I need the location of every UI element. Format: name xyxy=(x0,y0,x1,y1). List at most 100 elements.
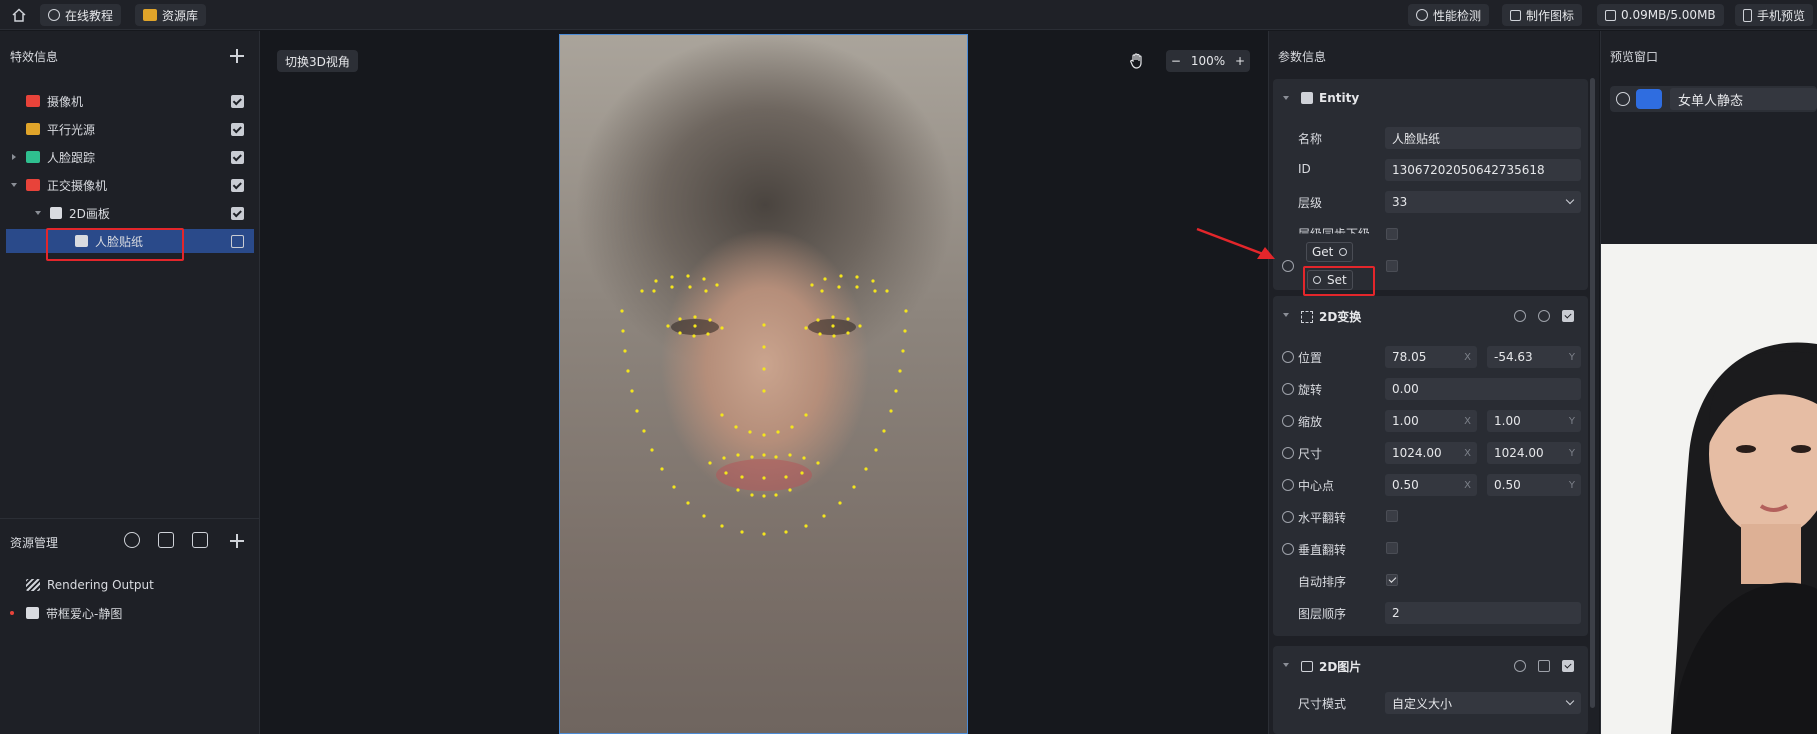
name-input[interactable]: 人脸贴纸 xyxy=(1385,127,1581,149)
trash-icon[interactable] xyxy=(1538,660,1550,672)
light-icon xyxy=(26,123,40,135)
image-icon xyxy=(1510,9,1521,21)
link-icon[interactable] xyxy=(1282,543,1294,555)
rotation-input[interactable]: 0.00 xyxy=(1385,378,1581,400)
tree-item-camera[interactable]: 摄像机 xyxy=(6,89,254,113)
params-panel-title: 参数信息 xyxy=(1278,50,1327,64)
tree-item-face-tracking[interactable]: 人脸跟踪 xyxy=(6,145,254,169)
target-icon[interactable] xyxy=(1616,92,1630,106)
visibility-checkbox[interactable] xyxy=(231,94,244,108)
divider xyxy=(0,518,260,519)
chevron-right-icon[interactable] xyxy=(12,154,16,160)
tree-item-directional-light[interactable]: 平行光源 xyxy=(6,117,254,141)
zoom-in-button[interactable]: + xyxy=(1235,54,1245,68)
get-popup[interactable]: Get xyxy=(1306,242,1354,262)
auto-sort-checkbox[interactable] xyxy=(1386,574,1398,586)
landmark-points xyxy=(620,274,908,536)
preview-model-select[interactable]: 女单人静态 xyxy=(1670,88,1817,110)
image-icon xyxy=(1301,661,1313,672)
home-icon[interactable] xyxy=(8,4,30,26)
cube-icon xyxy=(1301,92,1313,104)
image-section-actions xyxy=(1514,660,1574,672)
size-mode-select[interactable]: 自定义大小 xyxy=(1385,692,1581,714)
link-icon[interactable] xyxy=(1282,260,1294,272)
camera-icon xyxy=(26,95,40,107)
preview-image xyxy=(1601,244,1817,734)
link-icon[interactable] xyxy=(1282,383,1294,395)
top-toolbar: 在线教程 资源库 性能检测 制作图标 0.09MB/5.00MB 手机预览 xyxy=(0,0,1817,30)
visibility-checkbox[interactable] xyxy=(231,206,244,220)
pivot-label: 中心点 xyxy=(1298,479,1335,493)
entity-checkbox[interactable] xyxy=(1386,260,1398,272)
link-icon[interactable] xyxy=(1282,447,1294,459)
size-y-input[interactable]: 1024.00 Y xyxy=(1487,442,1581,464)
size-indicator[interactable]: 0.09MB/5.00MB xyxy=(1597,4,1724,26)
layer-label: 层级 xyxy=(1298,196,1323,210)
tutorial-button[interactable]: 在线教程 xyxy=(40,4,122,26)
link-icon[interactable] xyxy=(1282,511,1294,523)
face-canvas[interactable] xyxy=(559,34,968,734)
resource-actions xyxy=(124,532,208,548)
import-file-icon[interactable] xyxy=(158,532,174,548)
link-icon[interactable] xyxy=(1538,310,1550,322)
make-icon-button[interactable]: 制作图标 xyxy=(1502,4,1583,26)
camera-icon xyxy=(26,179,40,191)
position-label: 位置 xyxy=(1298,351,1323,365)
transform-section-title[interactable]: 2D变换 xyxy=(1301,308,1361,325)
visibility-checkbox[interactable] xyxy=(231,178,244,192)
scale-x-input[interactable]: 1.00 X xyxy=(1385,410,1477,432)
chevron-down-icon[interactable] xyxy=(1283,96,1289,100)
link-icon[interactable] xyxy=(1282,351,1294,363)
pivot-y-input[interactable]: 0.50 Y xyxy=(1487,474,1581,496)
layer-order-label: 图层顺序 xyxy=(1298,607,1347,621)
flip-v-checkbox[interactable] xyxy=(1386,542,1398,554)
entity-section-title[interactable]: Entity xyxy=(1301,91,1359,105)
get-port-icon[interactable] xyxy=(1339,248,1348,256)
zoom-out-button[interactable]: − xyxy=(1171,54,1181,68)
enable-checkbox[interactable] xyxy=(1562,660,1574,672)
annotation-arrow xyxy=(1196,227,1275,259)
library-button[interactable]: 资源库 xyxy=(135,4,207,26)
help-icon[interactable] xyxy=(124,532,140,548)
image-section-title[interactable]: 2D图片 xyxy=(1301,658,1361,675)
visibility-checkbox[interactable] xyxy=(231,122,244,136)
chevron-down-icon[interactable] xyxy=(35,211,41,215)
transform-icon xyxy=(1301,310,1313,323)
hand-tool-icon[interactable] xyxy=(1128,52,1146,70)
add-folder-icon[interactable] xyxy=(192,532,208,548)
flip-h-checkbox[interactable] xyxy=(1386,510,1398,522)
size-x-input[interactable]: 1024.00 X xyxy=(1385,442,1477,464)
params-scrollbar[interactable] xyxy=(1590,78,1595,708)
help-icon[interactable] xyxy=(1514,310,1526,322)
chevron-down-icon[interactable] xyxy=(11,183,17,187)
layer-order-input[interactable]: 2 xyxy=(1385,602,1581,624)
pivot-x-input[interactable]: 0.50 X xyxy=(1385,474,1477,496)
tree-item-ortho-camera[interactable]: 正交摄像机 xyxy=(6,173,254,197)
mobile-preview-button[interactable]: 手机预览 xyxy=(1735,4,1814,26)
visibility-checkbox[interactable] xyxy=(231,150,244,164)
toggle-3d-button[interactable]: 切换3D视角 xyxy=(277,50,358,72)
visibility-checkbox[interactable] xyxy=(231,234,244,248)
chevron-down-icon[interactable] xyxy=(1283,313,1289,317)
layer-select[interactable]: 33 xyxy=(1385,191,1581,213)
chevron-down-icon[interactable] xyxy=(1283,663,1289,667)
tree-item-2d-canvas[interactable]: 2D画板 xyxy=(6,201,254,225)
position-x-input[interactable]: 78.05 X xyxy=(1385,346,1477,368)
link-icon[interactable] xyxy=(1514,660,1526,672)
add-resource-icon[interactable] xyxy=(230,534,244,548)
resource-item[interactable]: Rendering Output xyxy=(6,573,254,597)
position-y-input[interactable]: -54.63 Y xyxy=(1487,346,1581,368)
layer-sync-checkbox[interactable] xyxy=(1386,228,1398,240)
enable-checkbox[interactable] xyxy=(1562,310,1574,322)
effects-panel-title: 特效信息 xyxy=(10,50,59,64)
perf-check-button[interactable]: 性能检测 xyxy=(1408,4,1490,26)
link-icon[interactable] xyxy=(1282,415,1294,427)
resource-item[interactable]: 带框爱心-静图 xyxy=(6,601,254,625)
camera-mode-icon[interactable] xyxy=(1636,89,1662,109)
size-mode-label: 尺寸模式 xyxy=(1298,697,1347,711)
link-icon[interactable] xyxy=(1282,479,1294,491)
scale-y-input[interactable]: 1.00 Y xyxy=(1487,410,1581,432)
id-input[interactable]: 13067202050642735618 xyxy=(1385,159,1581,181)
add-effect-icon[interactable] xyxy=(230,49,244,63)
name-label: 名称 xyxy=(1298,132,1323,146)
